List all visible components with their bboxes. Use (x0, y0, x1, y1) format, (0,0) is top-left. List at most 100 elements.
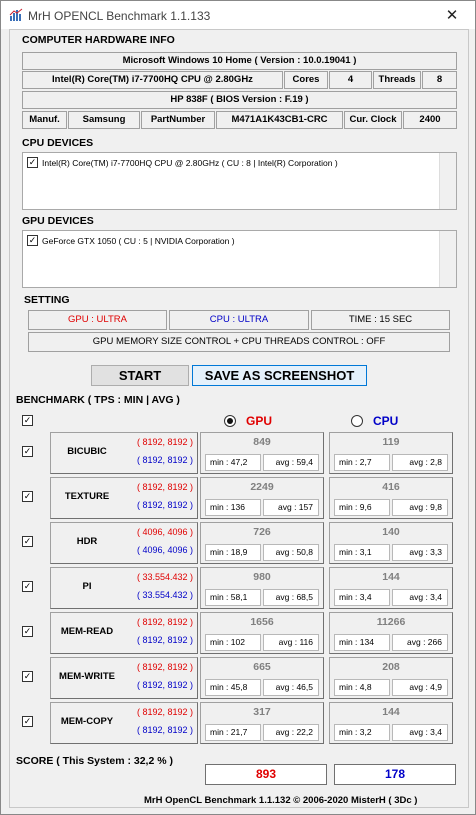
board-info: HP 838F ( BIOS Version : F.19 ) (22, 91, 457, 109)
bench-checkbox[interactable]: ✓ (22, 446, 33, 457)
memory-control-setting[interactable]: GPU MEMORY SIZE CONTROL + CPU THREADS CO… (28, 332, 450, 352)
cpu-min: min : 3,4 (334, 589, 390, 606)
footer-copyright: MrH OpenCL Benchmark 1.1.132 © 2006-2020… (144, 795, 418, 806)
cpu-avg: avg : 2,8 (392, 454, 448, 471)
bench-name: HDR (76, 536, 98, 547)
cpu-result: 119 min : 2,7 avg : 2,8 (329, 432, 453, 474)
gpu-avg: avg : 68,5 (263, 589, 319, 606)
gpu-radio-label: GPU (246, 414, 273, 428)
cpu-radio-dot[interactable] (351, 415, 363, 427)
cpu-info: Intel(R) Core(TM) i7-7700HQ CPU @ 2.80GH… (22, 71, 283, 89)
cpu-result: 144 min : 3,2 avg : 3,4 (329, 702, 453, 744)
gpu-avg: avg : 50,8 (263, 544, 319, 561)
gpu-result: 2249 min : 136 avg : 157 (200, 477, 324, 519)
clock-label: Cur. Clock (344, 111, 402, 129)
gpu-device-item[interactable]: ✓ GeForce GTX 1050 ( CU : 5 | NVIDIA Cor… (27, 235, 235, 246)
bench-name-cell: MEM-COPY ( 8192, 8192 ) ( 8192, 8192 ) (50, 702, 198, 744)
time-setting[interactable]: TIME : 15 SEC (311, 310, 450, 330)
cpu-score: 144 (382, 571, 400, 583)
cpu-avg: avg : 3,3 (392, 544, 448, 561)
gpu-min: min : 47,2 (205, 454, 261, 471)
bench-name: TEXTURE (64, 491, 110, 502)
gpu-avg: avg : 157 (263, 499, 319, 516)
bench-checkbox[interactable]: ✓ (22, 626, 33, 637)
cpu-total-score: 178 (334, 764, 456, 785)
os-info: Microsoft Windows 10 Home ( Version : 10… (22, 52, 457, 70)
cpu-min: min : 2,7 (334, 454, 390, 471)
gpu-device-checkbox[interactable]: ✓ (27, 235, 38, 246)
cpu-radio[interactable]: CPU (351, 414, 398, 428)
gpu-avg: avg : 22,2 (263, 724, 319, 741)
cpu-device-scrollbar[interactable] (439, 153, 456, 209)
gpu-quality-setting[interactable]: GPU : ULTRA (28, 310, 167, 330)
cpu-result: 144 min : 3,4 avg : 3,4 (329, 567, 453, 609)
cpu-avg: avg : 266 (392, 634, 448, 651)
cpu-device-checkbox[interactable]: ✓ (27, 157, 38, 168)
setting-title: SETTING (24, 294, 70, 306)
gpu-device-list[interactable]: ✓ GeForce GTX 1050 ( CU : 5 | NVIDIA Cor… (22, 230, 457, 288)
cpu-avg: avg : 9,8 (392, 499, 448, 516)
cpu-score: 119 (382, 436, 400, 448)
gpu-device-label: GeForce GTX 1050 ( CU : 5 | NVIDIA Corpo… (42, 235, 235, 246)
bench-checkbox[interactable]: ✓ (22, 491, 33, 502)
manuf-value: Samsung (68, 111, 140, 129)
bench-name-cell: HDR ( 4096, 4096 ) ( 4096, 4096 ) (50, 522, 198, 564)
start-button[interactable]: START (91, 365, 189, 386)
close-icon: ✕ (445, 7, 459, 24)
cpu-dimension: ( 8192, 8192 ) (136, 635, 193, 645)
gpu-score: 665 (253, 661, 271, 673)
main-panel: COMPUTER HARDWARE INFO Microsoft Windows… (9, 29, 469, 808)
select-all-checkbox[interactable]: ✓ (22, 415, 33, 426)
part-value: M471A1K43CB1-CRC (216, 111, 343, 129)
gpu-min: min : 21,7 (205, 724, 261, 741)
bench-name-cell: MEM-READ ( 8192, 8192 ) ( 8192, 8192 ) (50, 612, 198, 654)
cpu-min: min : 3,1 (334, 544, 390, 561)
cpu-device-list[interactable]: ✓ Intel(R) Core(TM) i7-7700HQ CPU @ 2.80… (22, 152, 457, 210)
cpu-dimension: ( 4096, 4096 ) (136, 545, 193, 555)
gpu-score: 1656 (250, 616, 274, 628)
gpu-dimension: ( 8192, 8192 ) (136, 617, 193, 627)
app-icon (9, 8, 23, 21)
manuf-label: Manuf. (22, 111, 67, 129)
cpu-quality-setting[interactable]: CPU : ULTRA (169, 310, 309, 330)
gpu-min: min : 102 (205, 634, 261, 651)
gpu-radio-dot[interactable] (224, 415, 236, 427)
cpu-radio-label: CPU (373, 414, 399, 428)
threads-value: 8 (422, 71, 457, 89)
gpu-dimension: ( 8192, 8192 ) (136, 662, 193, 672)
gpu-min: min : 58,1 (205, 589, 261, 606)
bench-row-bicubic: ✓ BICUBIC ( 8192, 8192 ) ( 8192, 8192 ) … (10, 432, 470, 474)
cpu-devices-title: CPU DEVICES (22, 137, 94, 149)
cpu-score: 416 (382, 481, 400, 493)
gpu-dimension: ( 8192, 8192 ) (136, 437, 193, 447)
bench-row-texture: ✓ TEXTURE ( 8192, 8192 ) ( 8192, 8192 ) … (10, 477, 470, 519)
gpu-min: min : 45,8 (205, 679, 261, 696)
bench-name-cell: MEM-WRITE ( 8192, 8192 ) ( 8192, 8192 ) (50, 657, 198, 699)
gpu-device-scrollbar[interactable] (439, 231, 456, 287)
cpu-min: min : 3,2 (334, 724, 390, 741)
bench-row-mem-read: ✓ MEM-READ ( 8192, 8192 ) ( 8192, 8192 )… (10, 612, 470, 654)
gpu-result: 849 min : 47,2 avg : 59,4 (200, 432, 324, 474)
gpu-dimension: ( 4096, 4096 ) (136, 527, 193, 537)
gpu-total-score: 893 (205, 764, 327, 785)
save-screenshot-button[interactable]: SAVE AS SCREENSHOT (192, 365, 367, 386)
score-label: SCORE ( This System : 32,2 % ) (16, 755, 173, 767)
cpu-result: 416 min : 9,6 avg : 9,8 (329, 477, 453, 519)
bench-checkbox[interactable]: ✓ (22, 536, 33, 547)
gpu-score: 726 (253, 526, 271, 538)
cpu-score: 208 (382, 661, 400, 673)
gpu-avg: avg : 46,5 (263, 679, 319, 696)
gpu-radio[interactable]: GPU (224, 414, 272, 428)
threads-label: Threads (373, 71, 421, 89)
cpu-dimension: ( 8192, 8192 ) (136, 680, 193, 690)
cpu-device-label: Intel(R) Core(TM) i7-7700HQ CPU @ 2.80GH… (42, 157, 338, 168)
bench-checkbox[interactable]: ✓ (22, 671, 33, 682)
bench-checkbox[interactable]: ✓ (22, 581, 33, 592)
cpu-result: 11266 min : 134 avg : 266 (329, 612, 453, 654)
title-bar[interactable]: MrH OPENCL Benchmark 1.1.133 ✕ (1, 1, 475, 29)
bench-name-cell: TEXTURE ( 8192, 8192 ) ( 8192, 8192 ) (50, 477, 198, 519)
cpu-device-item[interactable]: ✓ Intel(R) Core(TM) i7-7700HQ CPU @ 2.80… (27, 157, 338, 168)
bench-checkbox[interactable]: ✓ (22, 716, 33, 727)
close-button[interactable]: ✕ (429, 1, 475, 29)
gpu-avg: avg : 116 (263, 634, 319, 651)
